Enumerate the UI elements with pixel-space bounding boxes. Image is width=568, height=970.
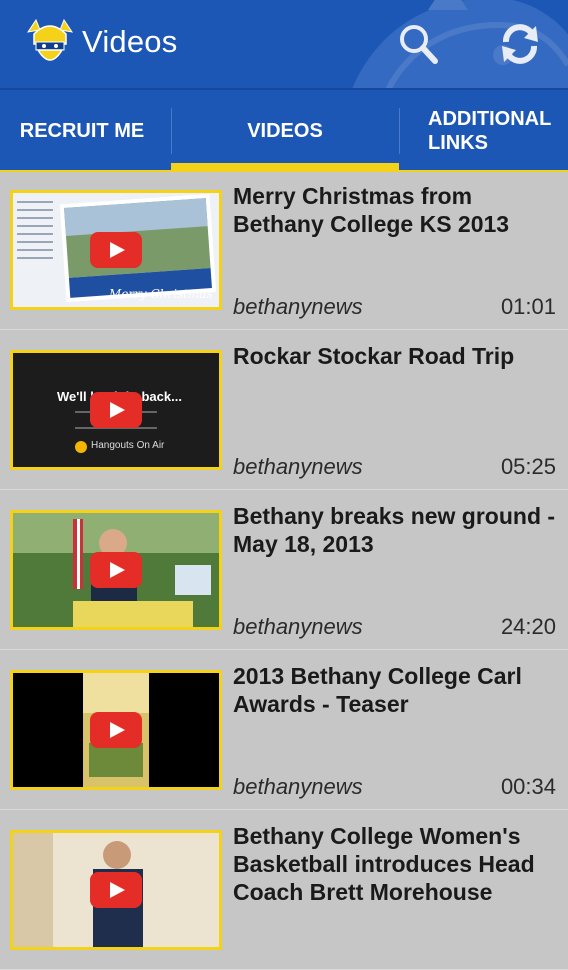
video-list-item[interactable]: Bethany College Women's Basketball intro…: [0, 810, 568, 970]
video-author: bethanynews: [233, 614, 363, 639]
video-thumbnail[interactable]: We'll be right back... Hangouts On Air: [10, 350, 222, 470]
video-title: 2013 Bethany College Carl Awards - Tease…: [233, 663, 522, 717]
video-title: Rockar Stockar Road Trip: [233, 343, 515, 369]
refresh-button[interactable]: [496, 20, 544, 68]
viking-mascot-logo: [26, 18, 74, 61]
refresh-icon: [502, 24, 538, 64]
video-author: bethanynews: [233, 454, 363, 479]
video-author: bethanynews: [233, 774, 363, 799]
video-author: bethanynews: [233, 294, 363, 319]
search-icon: [400, 25, 438, 64]
video-list-item[interactable]: Bethany breaks new ground - May 18, 2013…: [0, 490, 568, 650]
video-list-item[interactable]: 2013 Bethany College Carl Awards - Tease…: [0, 650, 568, 810]
hangouts-badge: Hangouts On Air: [91, 440, 165, 451]
tab-recruit-me[interactable]: RECRUIT ME: [0, 90, 170, 172]
video-title: Bethany breaks new ground - May 18, 2013: [233, 503, 556, 557]
video-thumbnail[interactable]: [10, 830, 222, 950]
video-duration: 24:20: [500, 614, 556, 639]
tab-additional-links-label: ADDITIONAL LINKS: [428, 108, 551, 154]
video-thumbnail[interactable]: [10, 670, 222, 790]
play-icon: [90, 872, 142, 908]
video-title: Bethany College Women's Basketball intro…: [233, 823, 535, 905]
thumbnail-caption: Merry Christmas: [109, 287, 213, 301]
video-duration: 00:34: [500, 774, 556, 799]
video-duration: 01:01: [500, 294, 556, 319]
play-icon: [90, 552, 142, 588]
page-title: Videos: [82, 24, 178, 59]
video-list-item[interactable]: We'll be right back... Hangouts On Air R…: [0, 330, 568, 490]
play-icon: [90, 392, 142, 428]
video-thumbnail[interactable]: [10, 510, 222, 630]
tab-additional-links[interactable]: ADDITIONAL LINKS: [400, 90, 568, 172]
video-duration: 05:25: [500, 454, 556, 479]
play-icon: [90, 232, 142, 268]
video-list-item[interactable]: Merry Christmas Merry Christmas from Bet…: [0, 170, 568, 330]
play-icon: [90, 712, 142, 748]
tab-videos[interactable]: VIDEOS: [171, 90, 399, 172]
search-button[interactable]: [394, 20, 442, 68]
action-bar: Videos: [0, 0, 568, 88]
tab-bar: RECRUIT ME VIDEOS ADDITIONAL LINKS: [0, 88, 568, 172]
hangouts-icon: [75, 441, 87, 453]
video-thumbnail[interactable]: Merry Christmas: [10, 190, 222, 310]
video-title: Merry Christmas from Bethany College KS …: [233, 183, 510, 237]
